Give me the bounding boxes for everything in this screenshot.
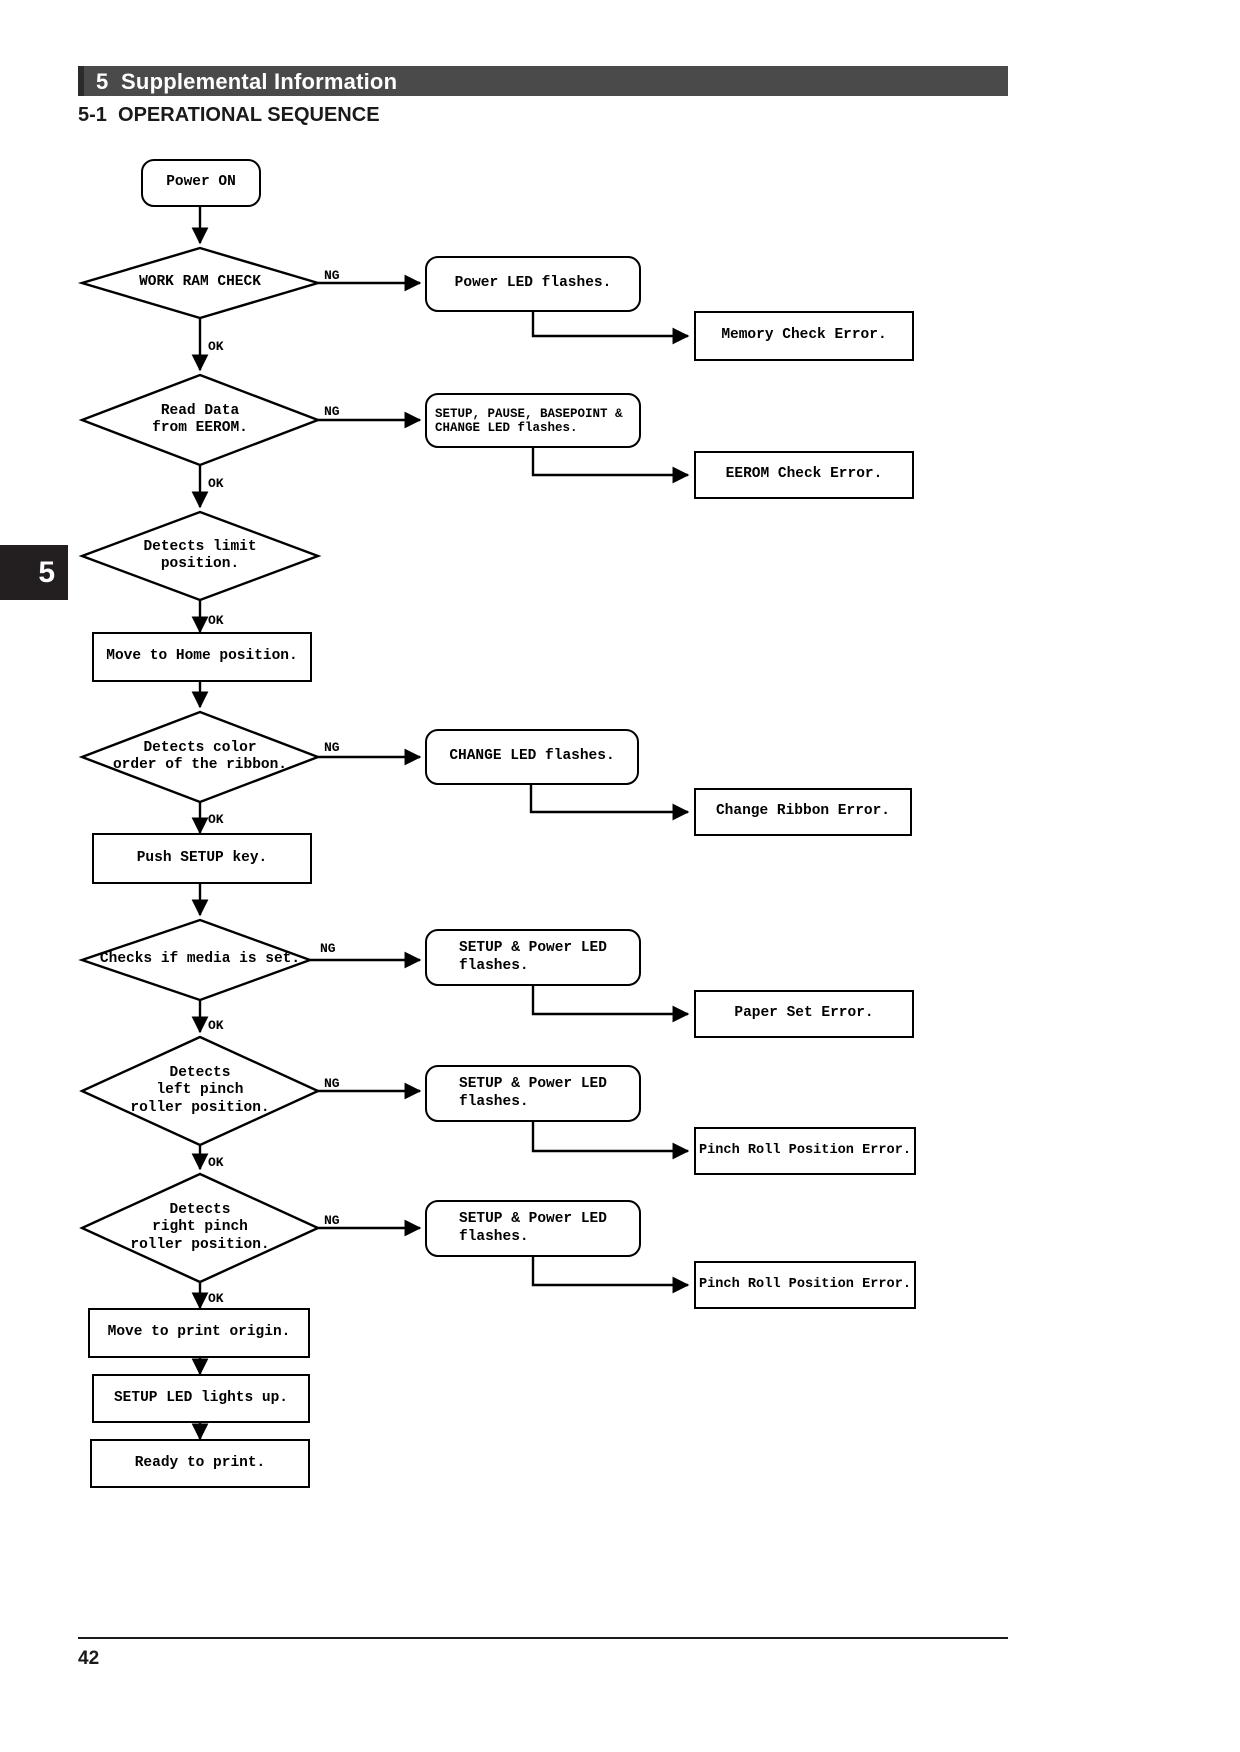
edge-label-ng-color-order: NG bbox=[324, 740, 340, 755]
edge-label-ok-right-pinch: OK bbox=[208, 1291, 224, 1306]
edge-label-ng-right-pinch: NG bbox=[324, 1213, 340, 1228]
edge-label-ok-limit-position: OK bbox=[208, 613, 224, 628]
node-detects-limit-position: Detects limit position. bbox=[143, 538, 257, 572]
node-move-to-home-position: Move to Home position. bbox=[92, 632, 312, 682]
footer-divider bbox=[78, 1637, 1008, 1639]
edge-label-ng-media: NG bbox=[320, 941, 336, 956]
node-ready-to-print: Ready to print. bbox=[90, 1439, 310, 1488]
edge-label-ng-work-ram: NG bbox=[324, 268, 340, 283]
edge-label-ok-media: OK bbox=[208, 1018, 224, 1033]
edge-label-ok-read-data: OK bbox=[208, 476, 224, 491]
node-setup-power-led-flashes-media: SETUP & Power LED flashes. bbox=[425, 929, 641, 986]
node-detects-color-order: Detects color order of the ribbon. bbox=[112, 739, 288, 773]
node-pinch-roll-position-error-left: Pinch Roll Position Error. bbox=[694, 1127, 916, 1175]
node-setup-pause-basepoint-change-led: SETUP, PAUSE, BASEPOINT & CHANGE LED fla… bbox=[425, 393, 641, 448]
edge-label-ok-work-ram: OK bbox=[208, 339, 224, 354]
node-power-on: Power ON bbox=[141, 159, 261, 207]
node-push-setup-key: Push SETUP key. bbox=[92, 833, 312, 884]
node-setup-led-lights-up: SETUP LED lights up. bbox=[92, 1374, 310, 1423]
node-power-led-flashes: Power LED flashes. bbox=[425, 256, 641, 312]
node-move-to-print-origin: Move to print origin. bbox=[88, 1308, 310, 1358]
node-setup-power-led-flashes-right: SETUP & Power LED flashes. bbox=[425, 1200, 641, 1257]
node-checks-media-set: Checks if media is set. bbox=[99, 951, 301, 968]
node-read-data-eerom: Read Data from EEROM. bbox=[152, 402, 248, 436]
node-setup-power-led-flashes-left: SETUP & Power LED flashes. bbox=[425, 1065, 641, 1122]
edge-label-ng-read-data: NG bbox=[324, 404, 340, 419]
node-pinch-roll-position-error-right: Pinch Roll Position Error. bbox=[694, 1261, 916, 1309]
operational-sequence-flowchart: Power ON WORK RAM CHECK Power LED flashe… bbox=[0, 0, 1240, 1752]
document-page: 5 Supplemental Information 5-1 OPERATION… bbox=[0, 0, 1240, 1752]
node-change-ribbon-error: Change Ribbon Error. bbox=[694, 788, 912, 836]
node-eerom-check-error: EEROM Check Error. bbox=[694, 451, 914, 499]
node-memory-check-error: Memory Check Error. bbox=[694, 311, 914, 361]
node-paper-set-error: Paper Set Error. bbox=[694, 990, 914, 1038]
edge-label-ok-color-order: OK bbox=[208, 812, 224, 827]
edge-label-ng-left-pinch: NG bbox=[324, 1076, 340, 1091]
page-number: 42 bbox=[78, 1648, 100, 1669]
node-detects-left-pinch: Detects left pinch roller position. bbox=[130, 1065, 270, 1116]
node-change-led-flashes: CHANGE LED flashes. bbox=[425, 729, 639, 785]
node-detects-right-pinch: Detects right pinch roller position. bbox=[130, 1202, 270, 1253]
edge-label-ok-left-pinch: OK bbox=[208, 1155, 224, 1170]
node-work-ram-check: WORK RAM CHECK bbox=[139, 274, 261, 291]
